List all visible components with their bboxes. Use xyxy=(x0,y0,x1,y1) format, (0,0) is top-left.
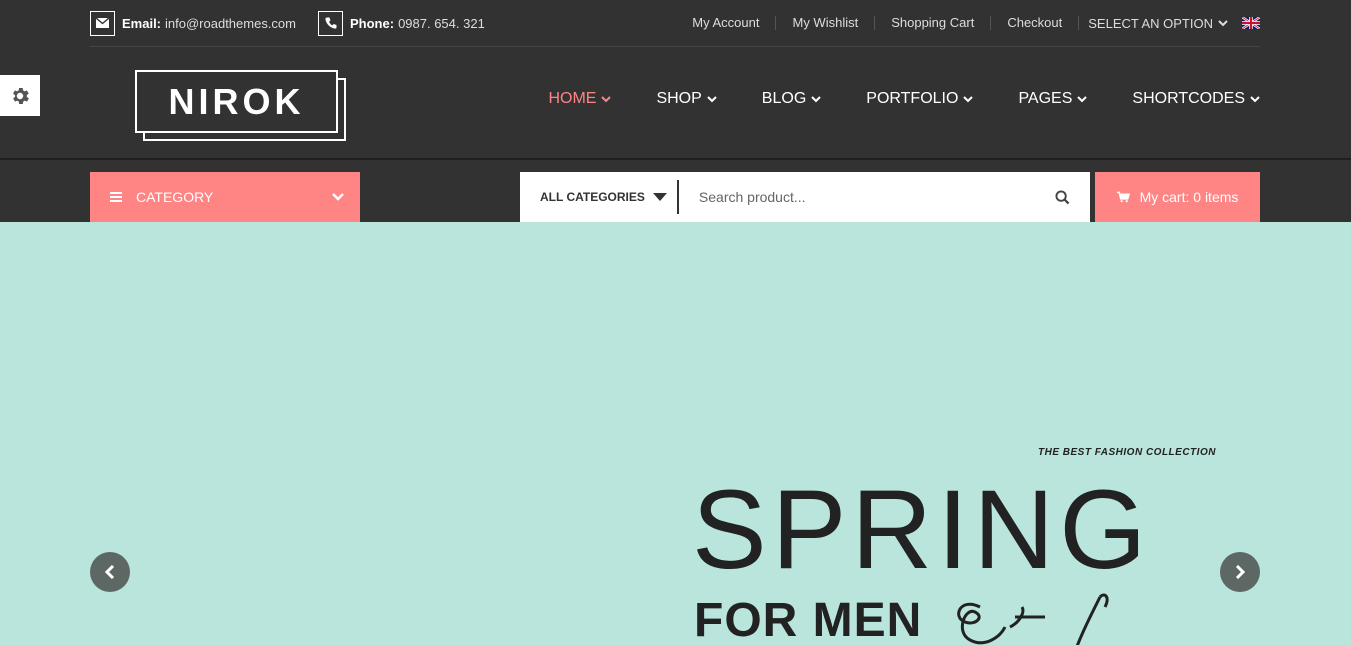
header-divider xyxy=(0,158,1351,160)
slider-prev-button[interactable] xyxy=(90,552,130,592)
main-nav: HOME SHOP BLOG PORTFOLIO PAGES SHORTCODE… xyxy=(503,90,1260,108)
hero-subheadline: FOR MEN xyxy=(694,594,923,645)
chevron-down-icon xyxy=(601,95,612,102)
gear-icon xyxy=(13,87,29,104)
language-select-label: SELECT AN OPTION xyxy=(1088,15,1213,31)
contact-info: Email: info@roadthemes.com Phone: 0987. … xyxy=(90,10,507,36)
logo-text: NIROK xyxy=(135,70,338,133)
shopping-cart-icon xyxy=(1116,191,1130,203)
search-category-select[interactable]: ALL CATEGORIES xyxy=(520,180,679,214)
nav-portfolio-label: PORTFOLIO xyxy=(866,90,959,107)
nav-blog[interactable]: BLOG xyxy=(762,90,821,108)
link-my-wishlist[interactable]: My Wishlist xyxy=(776,16,876,30)
nav-pages-label: PAGES xyxy=(1018,90,1073,107)
envelope-icon xyxy=(90,10,115,36)
settings-toggle[interactable] xyxy=(0,75,40,116)
phone-label: Phone: xyxy=(350,15,395,31)
search-bar: ALL CATEGORIES xyxy=(520,172,1090,222)
nav-shortcodes[interactable]: SHORTCODES xyxy=(1132,90,1260,108)
category-label: CATEGORY xyxy=(136,189,214,205)
chevron-down-icon xyxy=(1218,19,1228,26)
search-button[interactable] xyxy=(1034,172,1090,222)
chevron-down-icon xyxy=(707,95,717,102)
email-value[interactable]: info@roadthemes.com xyxy=(165,16,296,31)
chevron-down-icon xyxy=(1250,95,1260,102)
nav-portfolio[interactable]: PORTFOLIO xyxy=(866,90,974,108)
nav-shortcodes-label: SHORTCODES xyxy=(1132,90,1245,107)
chevron-down-icon xyxy=(332,193,344,201)
search-category-label: ALL CATEGORIES xyxy=(540,190,645,204)
nav-home-label: HOME xyxy=(548,90,597,107)
search-icon xyxy=(1054,189,1069,204)
language-select[interactable]: SELECT AN OPTION xyxy=(1079,16,1228,31)
cart-label: My cart: 0 items xyxy=(1139,189,1239,205)
category-dropdown[interactable]: CATEGORY xyxy=(90,172,360,222)
chevron-down-icon xyxy=(811,95,821,102)
link-checkout[interactable]: Checkout xyxy=(991,16,1080,30)
slider-next-button[interactable] xyxy=(1220,552,1260,592)
nav-pages[interactable]: PAGES xyxy=(1018,90,1088,108)
chevron-down-icon xyxy=(1077,95,1088,102)
phone-value: 0987. 654. 321 xyxy=(398,15,485,31)
nav-blog-label: BLOG xyxy=(761,90,807,107)
chevron-right-icon xyxy=(1235,565,1245,579)
email-contact: Email: info@roadthemes.com xyxy=(90,10,296,36)
hero-slider: THE BEST FASHION COLLECTION SPRING FOR M… xyxy=(0,222,1351,645)
phone-contact: Phone: 0987. 654. 321 xyxy=(318,10,485,36)
mini-cart-button[interactable]: My cart: 0 items xyxy=(1095,172,1260,222)
site-logo[interactable]: NIROK xyxy=(135,70,346,141)
chevron-down-icon xyxy=(963,95,974,102)
search-input[interactable] xyxy=(678,189,1034,205)
top-links: My Account My Wishlist Shopping Cart Che… xyxy=(692,16,1260,31)
hero-tagline: THE BEST FASHION COLLECTION xyxy=(1038,447,1216,458)
chevron-left-icon xyxy=(105,565,115,579)
link-shopping-cart[interactable]: Shopping Cart xyxy=(875,16,992,30)
caret-down-icon xyxy=(652,193,667,201)
uk-flag-icon[interactable] xyxy=(1242,17,1260,29)
phone-icon xyxy=(318,10,343,36)
nav-shop-label: SHOP xyxy=(656,90,702,107)
menu-icon xyxy=(110,192,122,202)
link-my-account[interactable]: My Account xyxy=(692,16,777,30)
hero-headline: SPRING xyxy=(692,467,1152,592)
top-bar: Email: info@roadthemes.com Phone: 0987. … xyxy=(90,0,1260,47)
script-lettering-decoration xyxy=(957,593,1109,645)
email-label: Email: xyxy=(122,15,162,31)
nav-home[interactable]: HOME xyxy=(548,90,612,108)
nav-shop[interactable]: SHOP xyxy=(656,90,717,108)
